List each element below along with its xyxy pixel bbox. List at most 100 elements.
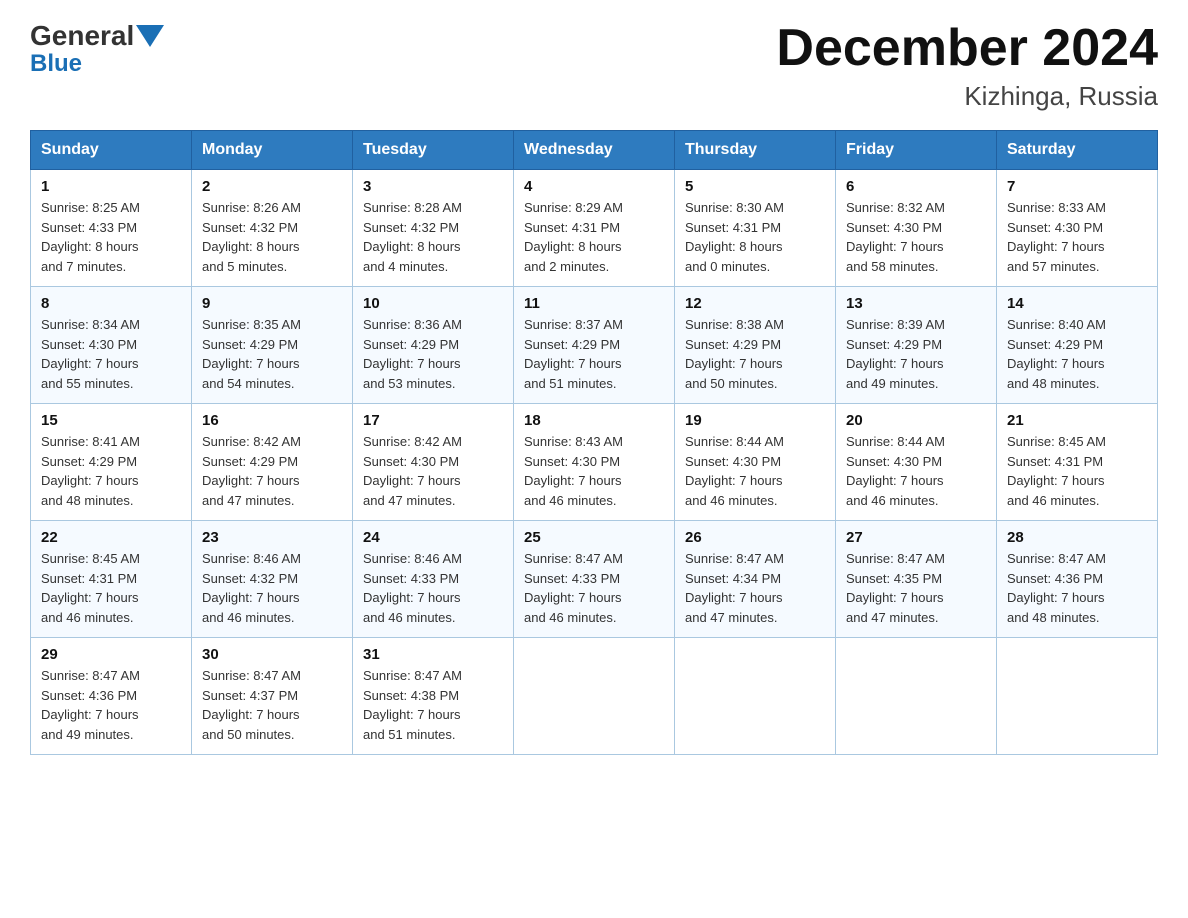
calendar-cell: 21 Sunrise: 8:45 AM Sunset: 4:31 PM Dayli… (997, 404, 1158, 521)
day-number: 28 (1007, 529, 1147, 546)
calendar-week-1: 1 Sunrise: 8:25 AM Sunset: 4:33 PM Daylig… (31, 170, 1158, 287)
day-info: Sunrise: 8:30 AM Sunset: 4:31 PM Dayligh… (685, 198, 825, 276)
calendar-cell: 14 Sunrise: 8:40 AM Sunset: 4:29 PM Dayli… (997, 287, 1158, 404)
weekday-header-monday: Monday (192, 131, 353, 170)
calendar-cell: 25Sunrise: 8:47 AM Sunset: 4:33 PM Dayli… (514, 521, 675, 638)
day-info: Sunrise: 8:26 AM Sunset: 4:32 PM Dayligh… (202, 198, 342, 276)
logo: General Blue (30, 20, 166, 78)
calendar-cell (514, 638, 675, 755)
weekday-header-thursday: Thursday (675, 131, 836, 170)
calendar-cell: 24Sunrise: 8:46 AM Sunset: 4:33 PM Dayli… (353, 521, 514, 638)
day-number: 16 (202, 412, 342, 429)
logo-triangle-icon (136, 25, 164, 47)
day-info: Sunrise: 8:40 AM Sunset: 4:29 PM Dayligh… (1007, 315, 1147, 393)
weekday-header-saturday: Saturday (997, 131, 1158, 170)
day-info: Sunrise: 8:35 AM Sunset: 4:29 PM Dayligh… (202, 315, 342, 393)
day-number: 5 (685, 178, 825, 195)
logo-general-text: General (30, 20, 134, 52)
calendar-cell: 28 Sunrise: 8:47 AM Sunset: 4:36 PM Dayli… (997, 521, 1158, 638)
calendar-cell: 15 Sunrise: 8:41 AM Sunset: 4:29 PM Dayli… (31, 404, 192, 521)
day-number: 31 (363, 646, 503, 663)
calendar-cell: 3 Sunrise: 8:28 AM Sunset: 4:32 PM Daylig… (353, 170, 514, 287)
day-info: Sunrise: 8:25 AM Sunset: 4:33 PM Dayligh… (41, 198, 181, 276)
calendar-subtitle: Kizhinga, Russia (776, 81, 1158, 112)
day-info: Sunrise: 8:33 AM Sunset: 4:30 PM Dayligh… (1007, 198, 1147, 276)
calendar-cell (997, 638, 1158, 755)
day-info: Sunrise: 8:47 AM Sunset: 4:34 PM Dayligh… (685, 549, 825, 627)
day-info: Sunrise: 8:47 AM Sunset: 4:37 PM Dayligh… (202, 666, 342, 744)
day-number: 21 (1007, 412, 1147, 429)
day-number: 22 (41, 529, 181, 546)
day-info: Sunrise: 8:29 AM Sunset: 4:31 PM Dayligh… (524, 198, 664, 276)
calendar-cell: 1 Sunrise: 8:25 AM Sunset: 4:33 PM Daylig… (31, 170, 192, 287)
day-info: Sunrise: 8:42 AM Sunset: 4:30 PM Dayligh… (363, 432, 503, 510)
calendar-cell: 16Sunrise: 8:42 AM Sunset: 4:29 PM Dayli… (192, 404, 353, 521)
day-info: Sunrise: 8:44 AM Sunset: 4:30 PM Dayligh… (685, 432, 825, 510)
day-number: 17 (363, 412, 503, 429)
day-info: Sunrise: 8:46 AM Sunset: 4:33 PM Dayligh… (363, 549, 503, 627)
calendar-week-2: 8 Sunrise: 8:34 AM Sunset: 4:30 PM Daylig… (31, 287, 1158, 404)
day-number: 2 (202, 178, 342, 195)
day-info: Sunrise: 8:34 AM Sunset: 4:30 PM Dayligh… (41, 315, 181, 393)
logo-blue-text: Blue (30, 50, 82, 78)
day-info: Sunrise: 8:46 AM Sunset: 4:32 PM Dayligh… (202, 549, 342, 627)
day-number: 15 (41, 412, 181, 429)
calendar-cell: 4 Sunrise: 8:29 AM Sunset: 4:31 PM Daylig… (514, 170, 675, 287)
calendar-cell: 8 Sunrise: 8:34 AM Sunset: 4:30 PM Daylig… (31, 287, 192, 404)
day-info: Sunrise: 8:44 AM Sunset: 4:30 PM Dayligh… (846, 432, 986, 510)
weekday-header-tuesday: Tuesday (353, 131, 514, 170)
calendar-cell: 27Sunrise: 8:47 AM Sunset: 4:35 PM Dayli… (836, 521, 997, 638)
day-number: 4 (524, 178, 664, 195)
day-info: Sunrise: 8:45 AM Sunset: 4:31 PM Dayligh… (1007, 432, 1147, 510)
day-info: Sunrise: 8:47 AM Sunset: 4:36 PM Dayligh… (1007, 549, 1147, 627)
calendar-cell: 30 Sunrise: 8:47 AM Sunset: 4:37 PM Dayli… (192, 638, 353, 755)
day-number: 8 (41, 295, 181, 312)
calendar-table: SundayMondayTuesdayWednesdayThursdayFrid… (30, 130, 1158, 755)
calendar-week-4: 22 Sunrise: 8:45 AM Sunset: 4:31 PM Dayli… (31, 521, 1158, 638)
day-info: Sunrise: 8:37 AM Sunset: 4:29 PM Dayligh… (524, 315, 664, 393)
day-number: 19 (685, 412, 825, 429)
calendar-cell: 22 Sunrise: 8:45 AM Sunset: 4:31 PM Dayli… (31, 521, 192, 638)
calendar-cell: 29Sunrise: 8:47 AM Sunset: 4:36 PM Dayli… (31, 638, 192, 755)
day-number: 20 (846, 412, 986, 429)
calendar-cell: 11Sunrise: 8:37 AM Sunset: 4:29 PM Dayli… (514, 287, 675, 404)
calendar-cell: 5 Sunrise: 8:30 AM Sunset: 4:31 PM Daylig… (675, 170, 836, 287)
calendar-cell: 18Sunrise: 8:43 AM Sunset: 4:30 PM Dayli… (514, 404, 675, 521)
day-info: Sunrise: 8:39 AM Sunset: 4:29 PM Dayligh… (846, 315, 986, 393)
weekday-header-row: SundayMondayTuesdayWednesdayThursdayFrid… (31, 131, 1158, 170)
day-number: 29 (41, 646, 181, 663)
calendar-cell: 9 Sunrise: 8:35 AM Sunset: 4:29 PM Daylig… (192, 287, 353, 404)
calendar-cell: 13 Sunrise: 8:39 AM Sunset: 4:29 PM Dayli… (836, 287, 997, 404)
day-number: 3 (363, 178, 503, 195)
day-info: Sunrise: 8:38 AM Sunset: 4:29 PM Dayligh… (685, 315, 825, 393)
day-info: Sunrise: 8:36 AM Sunset: 4:29 PM Dayligh… (363, 315, 503, 393)
day-info: Sunrise: 8:28 AM Sunset: 4:32 PM Dayligh… (363, 198, 503, 276)
calendar-week-3: 15 Sunrise: 8:41 AM Sunset: 4:29 PM Dayli… (31, 404, 1158, 521)
calendar-cell: 10 Sunrise: 8:36 AM Sunset: 4:29 PM Dayli… (353, 287, 514, 404)
calendar-week-5: 29Sunrise: 8:47 AM Sunset: 4:36 PM Dayli… (31, 638, 1158, 755)
calendar-cell: 23 Sunrise: 8:46 AM Sunset: 4:32 PM Dayli… (192, 521, 353, 638)
calendar-cell: 12 Sunrise: 8:38 AM Sunset: 4:29 PM Dayli… (675, 287, 836, 404)
calendar-cell: 2 Sunrise: 8:26 AM Sunset: 4:32 PM Daylig… (192, 170, 353, 287)
day-number: 13 (846, 295, 986, 312)
calendar-cell: 19 Sunrise: 8:44 AM Sunset: 4:30 PM Dayli… (675, 404, 836, 521)
calendar-cell: 31 Sunrise: 8:47 AM Sunset: 4:38 PM Dayli… (353, 638, 514, 755)
day-info: Sunrise: 8:41 AM Sunset: 4:29 PM Dayligh… (41, 432, 181, 510)
day-number: 10 (363, 295, 503, 312)
day-info: Sunrise: 8:45 AM Sunset: 4:31 PM Dayligh… (41, 549, 181, 627)
day-number: 7 (1007, 178, 1147, 195)
day-number: 9 (202, 295, 342, 312)
day-number: 23 (202, 529, 342, 546)
calendar-cell: 7 Sunrise: 8:33 AM Sunset: 4:30 PM Daylig… (997, 170, 1158, 287)
day-number: 14 (1007, 295, 1147, 312)
day-number: 12 (685, 295, 825, 312)
day-number: 26 (685, 529, 825, 546)
day-number: 18 (524, 412, 664, 429)
day-number: 30 (202, 646, 342, 663)
day-info: Sunrise: 8:47 AM Sunset: 4:35 PM Dayligh… (846, 549, 986, 627)
day-info: Sunrise: 8:47 AM Sunset: 4:38 PM Dayligh… (363, 666, 503, 744)
weekday-header-sunday: Sunday (31, 131, 192, 170)
weekday-header-wednesday: Wednesday (514, 131, 675, 170)
day-number: 1 (41, 178, 181, 195)
day-info: Sunrise: 8:32 AM Sunset: 4:30 PM Dayligh… (846, 198, 986, 276)
